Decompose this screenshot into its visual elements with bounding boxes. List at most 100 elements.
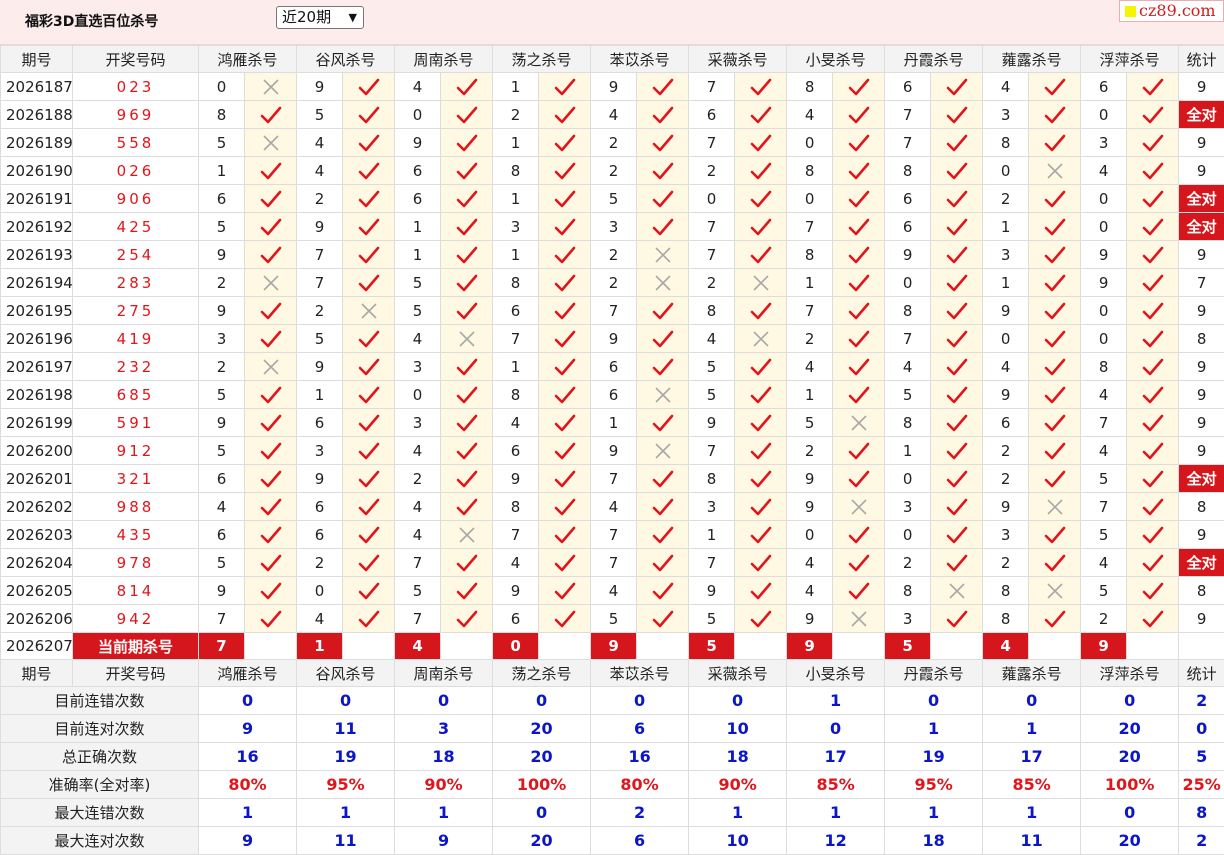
col-header-expert[interactable]: 苯苡杀号 [591,46,689,73]
result-cell [931,437,983,465]
col-header-expert[interactable]: 荡之杀号 [493,660,591,687]
kill-number-cell: 3 [199,325,245,353]
col-header-expert[interactable]: 蕹露杀号 [983,46,1081,73]
stats-value: 1 [885,715,983,743]
stats-total: 2 [1179,687,1224,715]
kill-number-cell: 0 [1081,101,1127,129]
stats-value: 85% [983,771,1081,799]
kill-number-cell: 2 [591,129,637,157]
check-icon [1127,161,1178,181]
result-cell [735,129,787,157]
col-header-expert[interactable]: 采薇杀号 [689,660,787,687]
col-header-expert[interactable]: 鸿雁杀号 [199,46,297,73]
result-cell [833,409,885,437]
check-icon [245,609,296,629]
kill-number-cell: 7 [395,549,441,577]
cross-icon [245,358,296,376]
kill-number-cell: 9 [297,353,343,381]
kill-number-cell: 4 [395,437,441,465]
header-row: 期号开奖号码鸿雁杀号谷风杀号周南杀号荡之杀号苯苡杀号采薇杀号小旻杀号丹霞杀号蕹露… [1,660,1224,687]
kill-number-cell: 7 [885,101,931,129]
result-cell [833,241,885,269]
col-header-expert[interactable]: 谷风杀号 [297,46,395,73]
result-cell [539,381,591,409]
result-cell [245,269,297,297]
col-header-expert[interactable]: 蕹露杀号 [983,660,1081,687]
check-icon [441,133,492,153]
kill-number-cell: 2 [983,437,1029,465]
result-cell [735,605,787,633]
check-icon [931,105,982,125]
result-cell [441,409,493,437]
result-cell [1029,101,1081,129]
period-cell: 2026191 [1,185,73,213]
check-icon [343,581,394,601]
kill-number-cell: 4 [1081,437,1127,465]
result-cell [343,605,395,633]
check-icon [931,133,982,153]
period-cell: 2026203 [1,521,73,549]
col-header-expert[interactable]: 浮萍杀号 [1081,46,1179,73]
check-icon [539,609,590,629]
draw-number-cell: 283 [73,269,199,297]
result-cell [539,241,591,269]
result-cell [637,73,689,101]
kill-number-cell: 5 [297,101,343,129]
kill-number-cell: 3 [983,241,1029,269]
kill-number-cell: 6 [689,101,735,129]
col-header-expert[interactable]: 小旻杀号 [787,660,885,687]
col-header-expert[interactable]: 苯苡杀号 [591,660,689,687]
kill-number-cell: 8 [493,157,539,185]
kill-number-cell: 0 [787,185,833,213]
col-header-expert[interactable]: 丹霞杀号 [885,46,983,73]
kill-number-cell: 4 [983,73,1029,101]
period-cell: 2026202 [1,493,73,521]
result-cell [735,409,787,437]
period-select[interactable]: 近20期 ▼ [276,6,364,29]
col-header-expert[interactable]: 采薇杀号 [689,46,787,73]
kill-number-cell: 6 [983,409,1029,437]
kill-number-cell: 3 [591,213,637,241]
current-kill-label: 当前期杀号 [73,633,199,660]
col-header-expert[interactable]: 周南杀号 [395,46,493,73]
row-stat-cell: 9 [1179,521,1224,549]
col-header-expert[interactable]: 谷风杀号 [297,660,395,687]
check-icon [539,133,590,153]
result-cell [637,493,689,521]
col-header-expert[interactable]: 浮萍杀号 [1081,660,1179,687]
kill-number-cell: 1 [199,157,245,185]
kill-number-cell: 8 [787,157,833,185]
result-cell [441,185,493,213]
result-cell [441,465,493,493]
site-logo[interactable]: cz89.com [1119,0,1224,22]
check-icon [1127,329,1178,349]
kill-number-cell: 4 [885,353,931,381]
col-header-expert[interactable]: 丹霞杀号 [885,660,983,687]
result-cell [1029,521,1081,549]
col-header-expert[interactable]: 周南杀号 [395,660,493,687]
check-icon [735,357,786,377]
kill-number-cell: 0 [885,521,931,549]
result-cell [1127,73,1179,101]
kill-number-cell: 5 [395,269,441,297]
top-bar: 福彩3D直选百位杀号 近20期 ▼ cz89.com [0,0,1224,45]
check-icon [833,553,884,573]
check-icon [833,357,884,377]
kill-number-cell: 6 [885,213,931,241]
kill-number-cell: 4 [199,493,245,521]
kill-number-cell: 9 [591,325,637,353]
stats-value: 95% [297,771,395,799]
result-cell [1029,353,1081,381]
col-header-expert[interactable]: 鸿雁杀号 [199,660,297,687]
check-icon [245,301,296,321]
stats-value: 1 [297,799,395,827]
current-kill-number: 9 [1081,633,1127,660]
check-icon [343,133,394,153]
stats-value: 80% [199,771,297,799]
cross-icon [343,302,394,320]
col-header-draw: 开奖号码 [73,660,199,687]
result-cell [735,353,787,381]
result-cell [833,605,885,633]
col-header-expert[interactable]: 小旻杀号 [787,46,885,73]
col-header-expert[interactable]: 荡之杀号 [493,46,591,73]
